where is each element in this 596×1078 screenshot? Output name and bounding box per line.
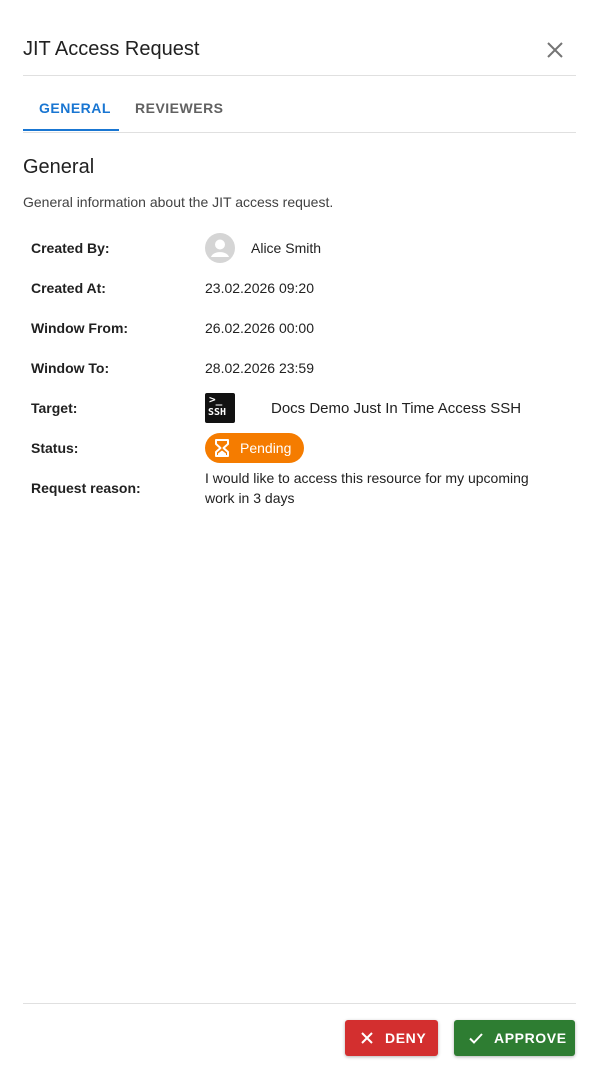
header-divider	[23, 75, 576, 76]
section-description: General information about the JIT access…	[23, 194, 334, 210]
status-label: Status:	[31, 440, 79, 456]
created-at-label: Created At:	[31, 280, 106, 296]
window-to-value: 28.02.2026 23:59	[205, 360, 314, 376]
active-tab-indicator	[23, 129, 119, 131]
approve-button-label: APPROVE	[494, 1030, 567, 1046]
request-reason-label: Request reason:	[31, 480, 141, 496]
close-button[interactable]	[543, 38, 567, 62]
ssh-icon: >_ SSH	[205, 393, 235, 423]
footer-divider	[23, 1003, 576, 1004]
target-value: Docs Demo Just In Time Access SSH	[271, 400, 522, 417]
tab-reviewers[interactable]: REVIEWERS	[135, 100, 224, 116]
dialog-title: JIT Access Request	[23, 38, 200, 60]
window-from-label: Window From:	[31, 320, 129, 336]
target-label: Target:	[31, 400, 78, 416]
request-reason-line2: work in 3 days	[205, 490, 295, 506]
tabs-divider	[23, 132, 576, 133]
created-at-value: 23.02.2026 09:20	[205, 280, 314, 296]
section-title: General	[23, 156, 95, 178]
check-icon	[469, 1033, 483, 1044]
person-icon	[205, 233, 235, 263]
window-to-label: Window To:	[31, 360, 110, 376]
request-reason-line1: I would like to access this resource for…	[205, 470, 529, 486]
ssh-icon-text: SSH	[208, 407, 227, 418]
tab-general[interactable]: GENERAL	[39, 100, 111, 116]
created-by-label: Created By:	[31, 240, 110, 256]
status-badge: Pending	[205, 433, 304, 463]
deny-button[interactable]: DENY	[345, 1020, 438, 1056]
close-icon	[547, 42, 563, 58]
ssh-icon-prompt: >_	[209, 393, 223, 406]
deny-button-label: DENY	[385, 1030, 427, 1046]
window-from-value: 26.02.2026 00:00	[205, 320, 314, 336]
hourglass-icon	[215, 439, 229, 457]
status-badge-text: Pending	[240, 440, 292, 456]
created-by-value: Alice Smith	[251, 240, 322, 256]
approve-button[interactable]: APPROVE	[454, 1020, 575, 1056]
close-icon	[361, 1032, 373, 1044]
